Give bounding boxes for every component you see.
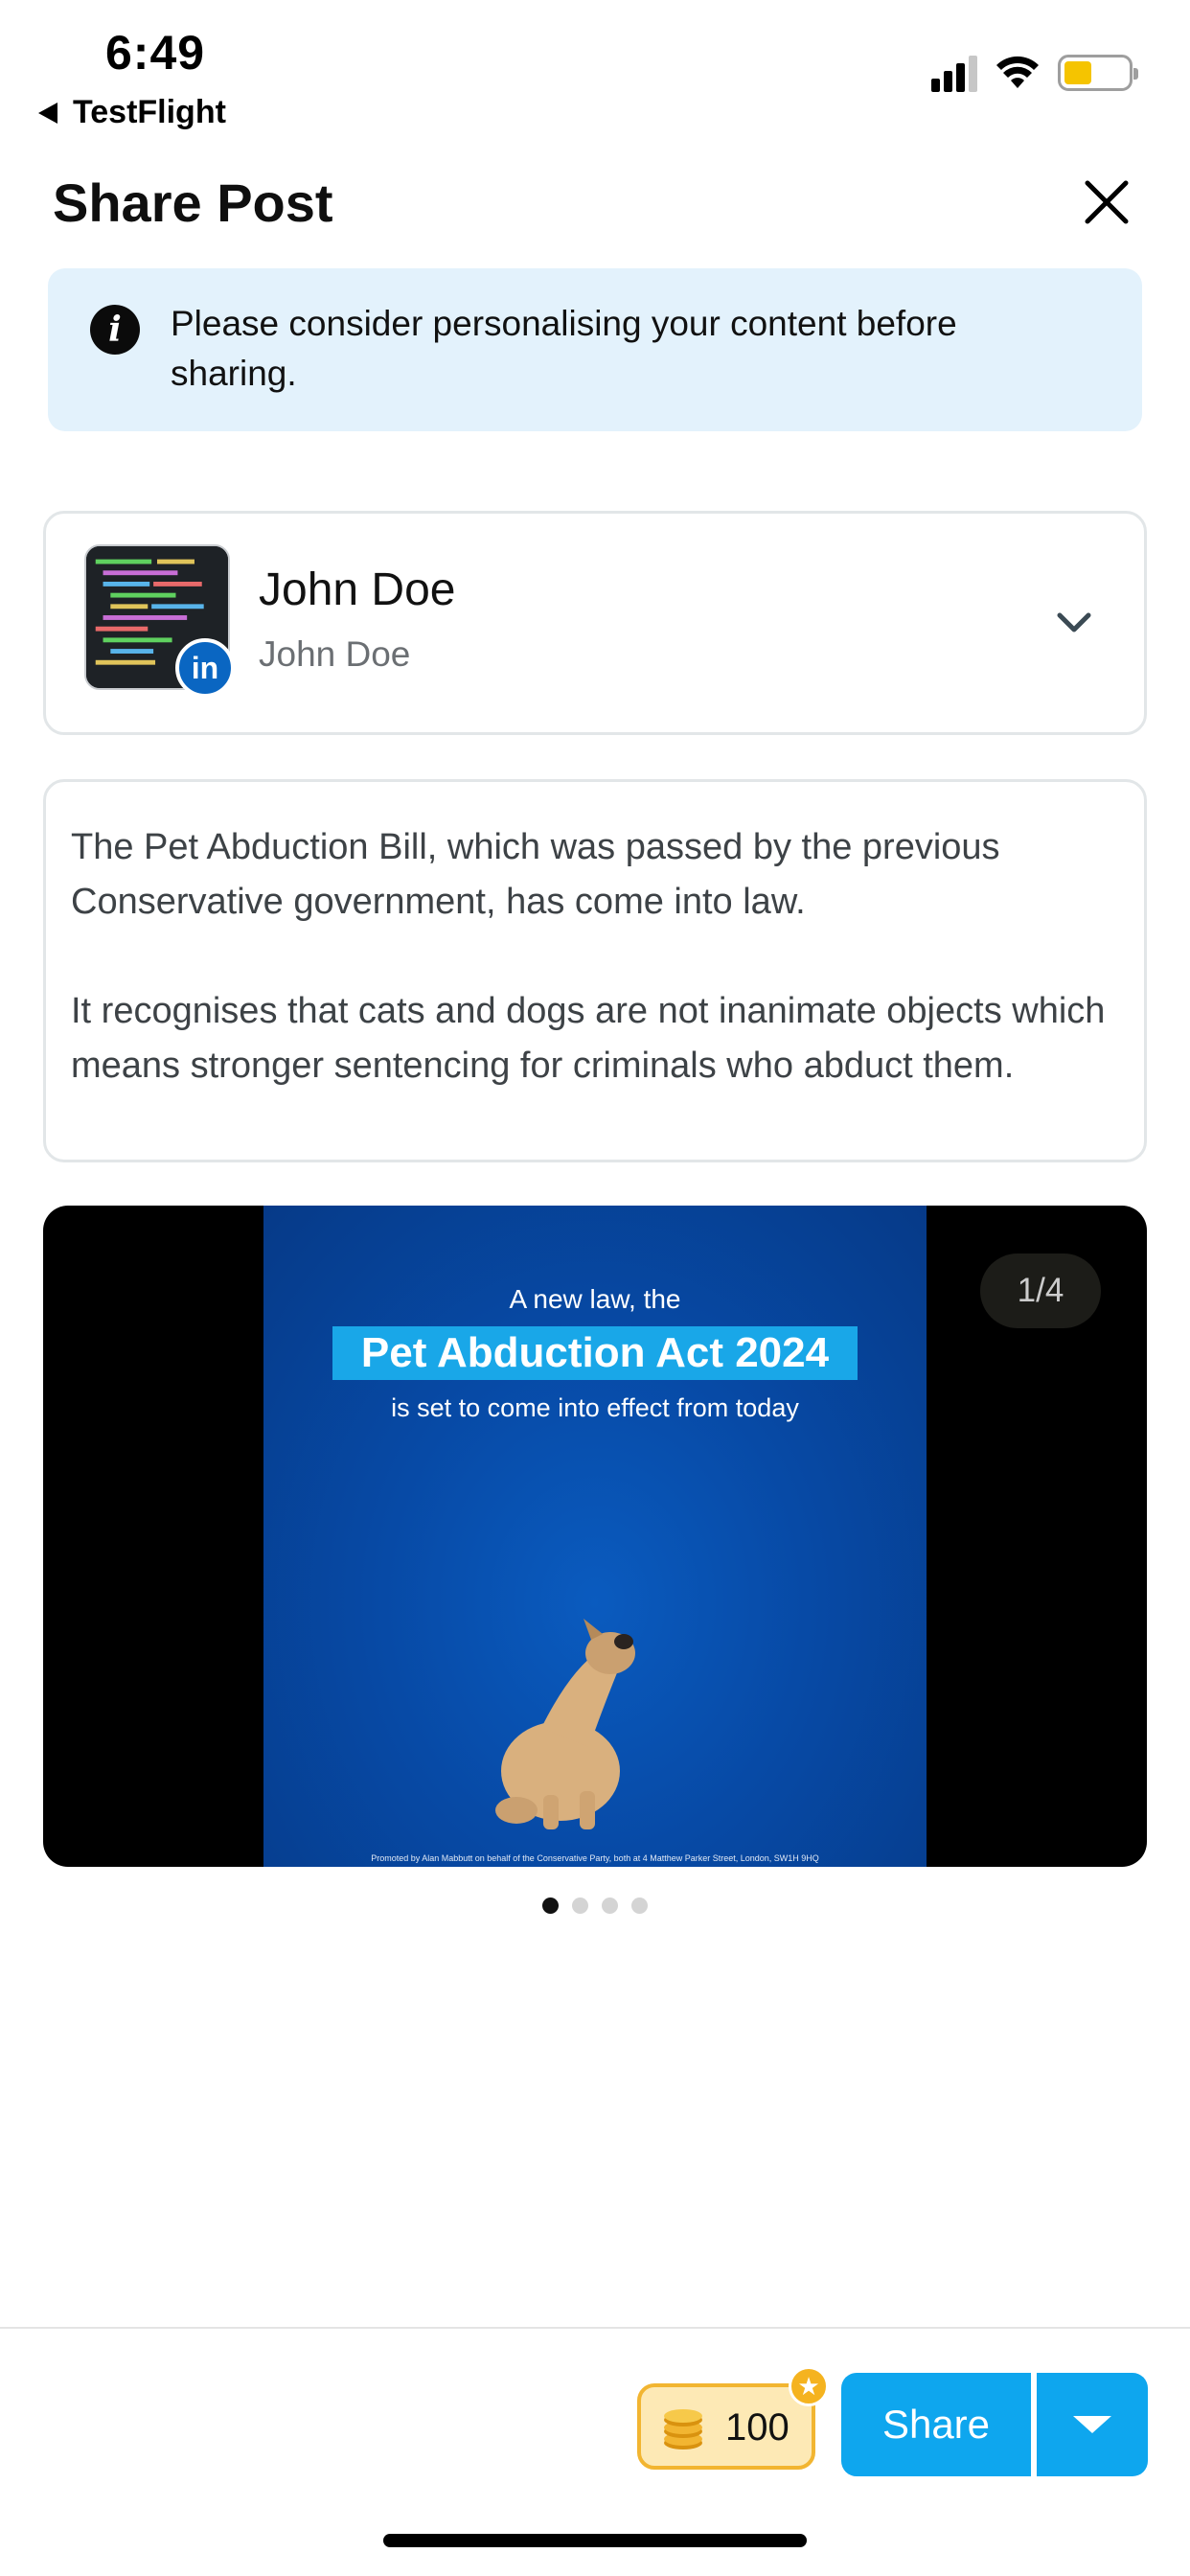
info-icon: i [90,305,140,355]
slide-highlight: Pet Abduction Act 2024 [332,1326,858,1380]
wifi-icon [996,56,1039,88]
slide-footer: Promoted by Alan Mabbutt on behalf of th… [371,1853,819,1863]
image-counter-badge: 1/4 [980,1254,1101,1328]
status-icons [931,54,1138,92]
close-icon[interactable] [1078,173,1135,231]
coins-badge[interactable]: 100 ★ [637,2366,829,2470]
footer-divider [0,2327,1190,2329]
header: Share Post [53,169,1135,236]
personalise-notice: i Please consider personalising your con… [48,268,1142,431]
cellular-signal-icon [931,54,977,92]
dog-image [495,1619,635,1829]
account-name: John Doe [259,564,456,615]
account-subtitle: John Doe [259,634,411,674]
chevron-down-icon[interactable] [1052,600,1096,644]
back-arrow-icon [38,102,57,124]
carousel-pagination [0,1898,1190,1914]
media-carousel[interactable]: A new law, the Pet Abduction Act 2024 is… [43,1206,1147,1867]
notice-text: Please consider personalising your conte… [171,304,957,393]
carousel-image: A new law, the Pet Abduction Act 2024 is… [263,1206,927,1867]
battery-icon [1058,55,1138,91]
pagination-dot[interactable] [602,1898,618,1914]
linkedin-icon: in [175,638,235,698]
back-app-label: TestFlight [73,94,226,130]
account-selector[interactable]: in John Doe John Doe [43,511,1147,735]
share-button[interactable]: Share [841,2373,1031,2476]
slide-line3: is set to come into effect from today [391,1393,799,1422]
caret-down-icon [1073,2416,1111,2433]
coin-count: 100 [725,2406,790,2449]
coin-stack-icon [664,2409,702,2450]
post-text-field[interactable]: The Pet Abduction Bill, which was passed… [43,779,1147,1162]
pagination-dot[interactable] [631,1898,648,1914]
status-time: 6:49 [105,26,206,80]
page-title: Share Post [53,172,333,233]
home-indicator [383,2534,807,2547]
slide-line1: A new law, the [509,1284,681,1314]
share-options-button[interactable] [1037,2373,1148,2476]
status-bar: 6:49 TestFlight [0,0,1190,144]
star-icon: ★ [789,2366,829,2406]
back-to-testflight[interactable]: TestFlight [38,94,226,131]
pagination-dot[interactable] [542,1898,559,1914]
pagination-dot[interactable] [572,1898,588,1914]
